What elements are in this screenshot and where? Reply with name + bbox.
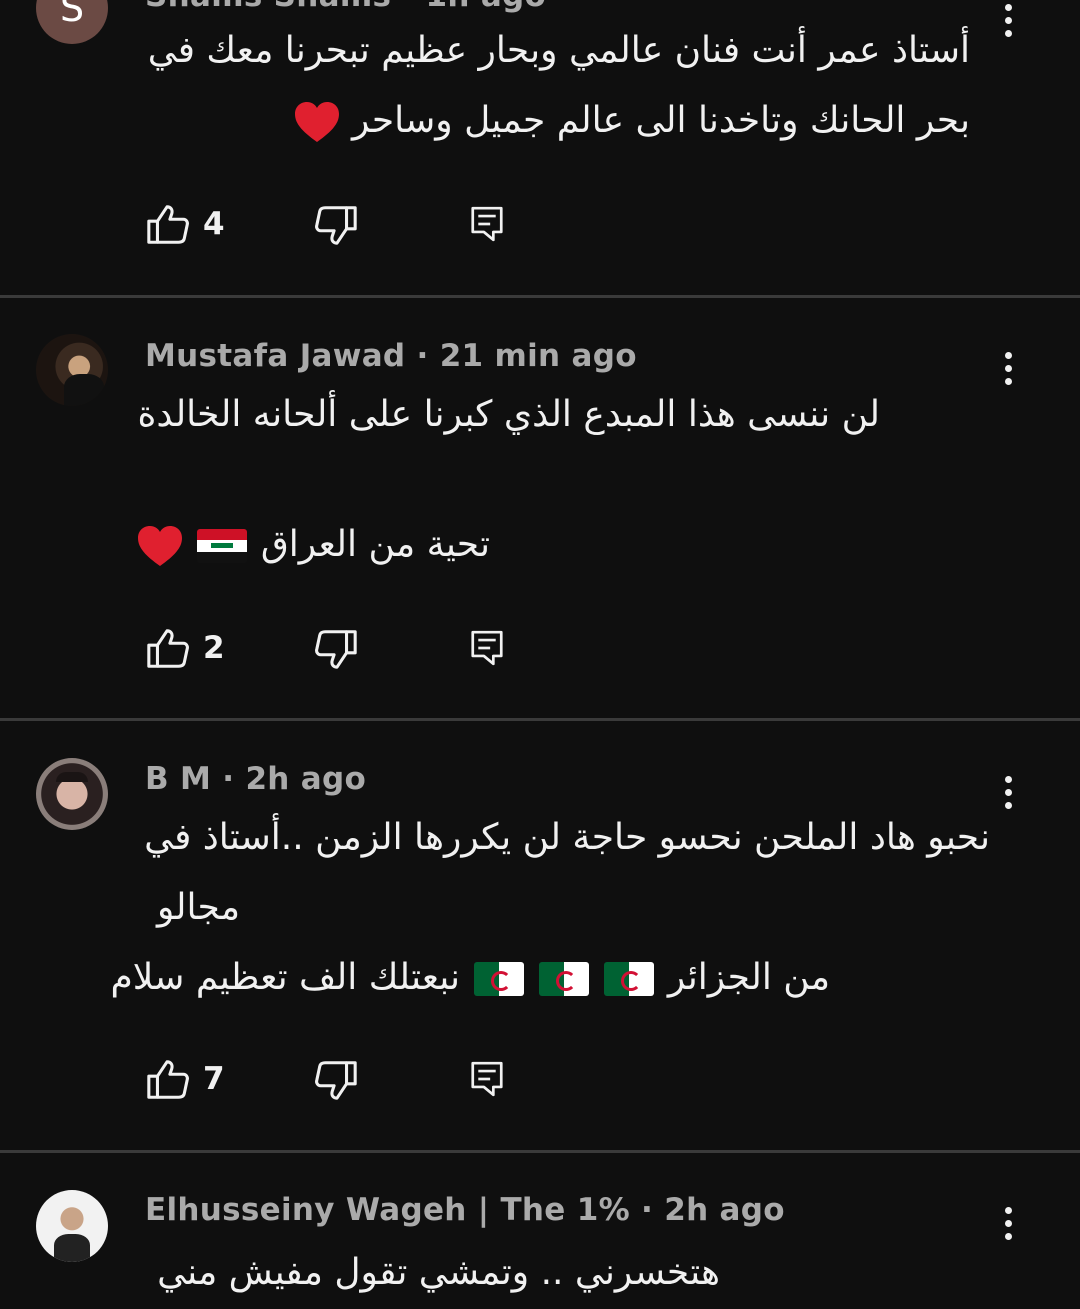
algeria-flag-emoji [473,962,524,996]
thumbs-up-icon[interactable] [145,626,191,672]
like-count: 7 [203,1061,225,1097]
like-count: 4 [203,206,225,242]
comment-text: هتخسرني .. وتمشي تقول مفيش مني [140,1238,720,1308]
comment-line: بحر الحانك وتاخدنا الى عالم جميل وساحر [140,86,970,156]
comment-time: 2h ago [664,1192,785,1228]
author-name[interactable]: B M [145,761,211,797]
thumbs-up-icon[interactable] [145,202,191,248]
comment-meta: Shams Shams · 1h ago [145,0,546,14]
more-options-button[interactable] [1000,1207,1016,1257]
comment-line: من الجزائر نبعتلك الف تعظيم سلام [110,943,830,1013]
comment-line-text: تحية من العراق [260,524,490,565]
comment-actions: 4 [145,202,525,250]
algeria-flag-emoji [604,962,655,996]
comment-line: هتخسرني .. وتمشي تقول مفيش مني [157,1252,720,1293]
author-name[interactable]: Elhusseiny Wageh | The 1% [145,1192,630,1228]
comment-time: 21 min ago [439,338,637,374]
comment-divider [0,718,1080,721]
more-options-button[interactable] [1000,776,1016,826]
comment-text: لن ننسى هذا المبدع الذي كبرنا على ألحانه… [137,380,880,580]
more-vertical-icon [1000,4,1016,37]
avatar[interactable] [36,1190,108,1262]
red-heart-emoji [293,100,341,144]
comment-actions: 7 [145,1057,525,1105]
comment-divider [0,295,1080,298]
comment-line: مجالو [156,887,240,928]
comment-meta: B M · 2h ago [145,761,366,797]
avatar[interactable] [36,334,108,406]
comment-line-text: من الجزائر [667,957,830,998]
author-name[interactable]: Shams Shams [145,0,391,14]
meta-separator: · [629,1192,665,1228]
meta-separator: · [391,0,425,14]
comment-line: نحبو هاد الملحن نحسو حاجة لن يكررها الزم… [144,817,990,858]
reply-icon[interactable] [468,202,506,246]
comment-actions: 2 [145,626,525,674]
comment-line-text: نبعتلك الف تعظيم سلام [110,957,461,998]
comment-meta: Elhusseiny Wageh | The 1% · 2h ago [145,1192,785,1228]
iraq-flag-emoji [197,529,248,563]
comment-time: 1h ago [426,0,547,14]
avatar-image [54,1234,90,1262]
comment-line [140,450,880,510]
algeria-flag-emoji [539,962,589,996]
thumbs-down-icon[interactable] [313,1057,359,1103]
more-options-button[interactable] [1000,4,1016,54]
comment-line-text: بحر الحانك وتاخدنا الى عالم جميل وساحر [351,100,970,141]
avatar[interactable]: S [36,0,108,44]
comment-divider [0,1150,1080,1153]
avatar[interactable] [36,758,108,830]
comment-meta: Mustafa Jawad · 21 min ago [145,338,637,374]
comment-time: 2h ago [245,761,367,797]
author-name[interactable]: Mustafa Jawad [145,338,405,374]
reply-icon[interactable] [468,1057,506,1101]
thumbs-down-icon[interactable] [313,202,359,248]
comment-line: لن ننسى هذا المبدع الذي كبرنا على ألحانه… [137,394,880,435]
thumbs-up-icon[interactable] [145,1057,191,1103]
more-vertical-icon [1000,1207,1016,1240]
comment-text: نحبو هاد الملحن نحسو حاجة لن يكررها الزم… [110,803,990,1013]
thumbs-down-icon[interactable] [313,626,359,672]
comment-text: أستاذ عمر أنت فنان عالمي وبحار عظيم تبحر… [140,16,970,156]
reply-icon[interactable] [468,626,506,670]
meta-separator: · [211,761,246,797]
avatar-letter: S [59,0,85,30]
avatar-image [56,772,88,782]
meta-separator: · [405,338,440,374]
comment-line: تحية من العراق [140,510,490,580]
red-heart-emoji [136,524,184,568]
more-vertical-icon [1000,352,1016,385]
comment-line: أستاذ عمر أنت فنان عالمي وبحار عظيم تبحر… [147,30,970,71]
more-vertical-icon [1000,776,1016,809]
more-options-button[interactable] [1000,352,1016,402]
avatar-image [64,374,104,406]
like-count: 2 [203,630,225,666]
